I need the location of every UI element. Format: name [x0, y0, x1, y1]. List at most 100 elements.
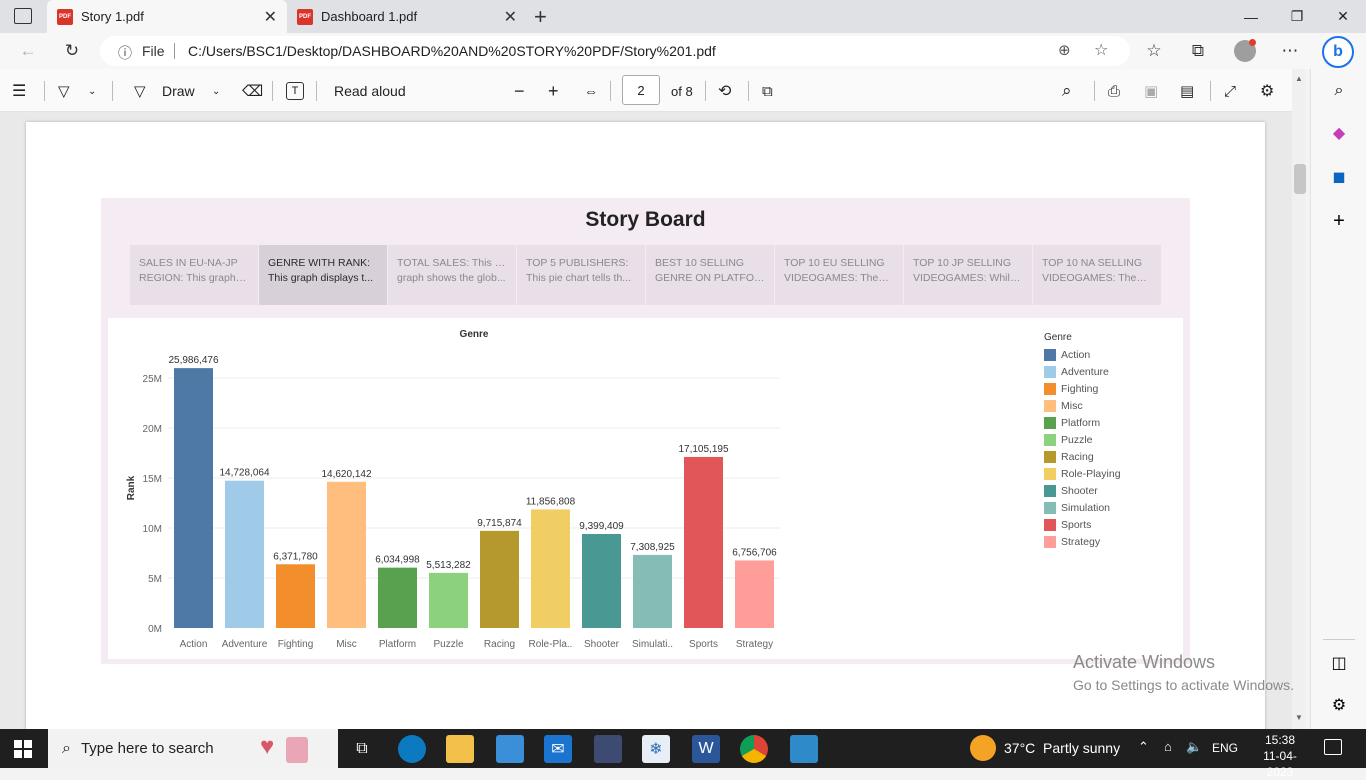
story-point-7[interactable]: TOP 10 JP SELLING VIDEOGAMES: While ... [904, 245, 1032, 305]
legend-item[interactable]: Racing [1044, 448, 1164, 465]
network-icon[interactable]: ⌂ [1164, 739, 1172, 754]
notifications-icon[interactable] [1324, 739, 1342, 755]
bar-shooter [582, 534, 621, 628]
zoom-out-icon[interactable]: − [514, 81, 525, 101]
new-tab-icon[interactable]: + [534, 4, 547, 30]
add-favorite-icon[interactable]: ☆ [1094, 40, 1108, 60]
settings-gear-icon[interactable]: ⚙ [1260, 81, 1274, 101]
tab-story-pdf[interactable]: PDF Story 1.pdf ✕ [47, 0, 287, 33]
word-icon[interactable]: W [692, 735, 720, 763]
tab-actions-icon[interactable] [14, 8, 32, 24]
edge-icon[interactable] [398, 735, 426, 763]
story-point-2[interactable]: GENRE WITH RANK: This graph displays t... [259, 245, 387, 305]
weather-icon[interactable] [970, 735, 996, 761]
scroll-down-icon[interactable]: ▼ [1295, 713, 1303, 722]
zoom-icon[interactable]: ⊕ [1058, 41, 1071, 59]
weather-text[interactable]: 37°C Partly sunny [1004, 740, 1120, 756]
settings-gear-icon[interactable]: ⚙ [1327, 693, 1351, 717]
refresh-icon[interactable]: ↻ [60, 39, 84, 63]
page-view-icon[interactable]: ⧉ [762, 81, 773, 101]
legend-item[interactable]: Adventure [1044, 363, 1164, 380]
address-bar[interactable]: ⓘ File C:/Users/BSC1/Desktop/DASHBOARD%2… [100, 36, 1130, 66]
scrollbar-thumb[interactable] [1294, 164, 1306, 194]
vertical-scrollbar[interactable]: ▲ ▼ [1292, 69, 1306, 729]
scroll-up-icon[interactable]: ▲ [1295, 74, 1303, 83]
store-icon[interactable] [496, 735, 524, 763]
legend-label: Adventure [1061, 365, 1109, 378]
favorites-icon[interactable]: ☆ [1142, 39, 1166, 63]
mail-icon[interactable]: ✉ [544, 735, 572, 763]
story-point-6[interactable]: TOP 10 EU SELLING VIDEOGAMES: These ... [775, 245, 903, 305]
outlook-icon[interactable]: ◼ [1327, 165, 1351, 189]
eraser-icon[interactable]: ⌫ [242, 81, 263, 101]
save-icon[interactable]: ▣ [1144, 81, 1158, 101]
legend-item[interactable]: Puzzle [1044, 431, 1164, 448]
text-icon[interactable]: T [286, 82, 304, 100]
legend-item[interactable]: Sports [1044, 516, 1164, 533]
bing-icon[interactable]: b [1322, 36, 1354, 68]
volume-icon[interactable]: 🔈 [1186, 739, 1202, 755]
read-aloud-button[interactable]: Read aloud [334, 81, 406, 101]
close-tab-icon[interactable]: ✕ [264, 7, 277, 27]
language-indicator[interactable]: ENG [1212, 741, 1238, 755]
story-point-8[interactable]: TOP 10 NA SELLING VIDEOGAMES: These ... [1033, 245, 1161, 305]
print-icon[interactable]: ⎙ [1108, 81, 1120, 101]
app-icon[interactable] [594, 735, 622, 763]
bar-platform [378, 567, 417, 628]
app-icon[interactable]: ❄ [642, 735, 670, 763]
highlight-icon[interactable]: ▽ [58, 81, 70, 101]
legend-swatch [1044, 518, 1056, 531]
legend-item[interactable]: Misc [1044, 397, 1164, 414]
close-window-icon[interactable]: ✕ [1320, 0, 1366, 33]
copilot-icon[interactable]: ◆ [1327, 121, 1351, 145]
minimize-icon[interactable]: — [1228, 0, 1274, 33]
draw-icon[interactable]: ▽ [134, 81, 146, 101]
save-as-icon[interactable]: ▤ [1180, 81, 1194, 101]
chevron-down-icon[interactable]: ⌄ [88, 81, 96, 101]
more-icon[interactable]: ⋯ [1278, 39, 1302, 63]
zoom-in-icon[interactable]: + [548, 81, 559, 101]
fit-page-icon[interactable]: ⇔ [584, 81, 598, 101]
draw-button[interactable]: Draw [162, 81, 195, 101]
legend-item[interactable]: Platform [1044, 414, 1164, 431]
info-icon[interactable]: ⓘ [118, 43, 132, 63]
legend-item[interactable]: Simulation [1044, 499, 1164, 516]
clock[interactable]: 15:38 11-04-2023 [1250, 732, 1310, 780]
legend-item[interactable]: Action [1044, 346, 1164, 363]
story-point-4[interactable]: TOP 5 PUBLISHERS: This pie chart tells th… [517, 245, 645, 305]
legend-item[interactable]: Shooter [1044, 482, 1164, 499]
back-icon[interactable]: ← [16, 39, 40, 63]
tray-chevron-up-icon[interactable]: ⌃ [1138, 739, 1149, 755]
taskbar-search[interactable]: ⌕ Type here to search ♥ [48, 729, 338, 768]
story-point-1[interactable]: SALES IN EU-NA-JP REGION: This graph c... [130, 245, 258, 305]
page-number-input[interactable]: 2 [622, 75, 660, 105]
chrome-icon[interactable] [740, 735, 768, 763]
collections-icon[interactable]: ⧉ [1186, 39, 1210, 63]
legend-item[interactable]: Strategy [1044, 533, 1164, 550]
legend-label: Fighting [1061, 382, 1099, 395]
legend-swatch [1044, 535, 1056, 548]
restore-icon[interactable]: ❐ [1274, 0, 1320, 33]
search-icon[interactable]: ⌕ [1327, 79, 1351, 103]
story-board: Story Board SALES IN EU-NA-JP REGION: Thi… [101, 198, 1190, 664]
search-icon[interactable]: ⌕ [1062, 81, 1072, 101]
story-point-line: This graph displays t... [268, 272, 374, 284]
task-view-icon[interactable]: ⧉ [348, 735, 376, 763]
chevron-down-icon[interactable]: ⌄ [212, 81, 220, 101]
close-tab-icon[interactable]: ✕ [504, 7, 517, 27]
photos-icon[interactable] [790, 735, 818, 763]
legend-item[interactable]: Fighting [1044, 380, 1164, 397]
legend-item[interactable]: Role-Playing [1044, 465, 1164, 482]
url-text[interactable]: C:/Users/BSC1/Desktop/DASHBOARD%20AND%20… [188, 43, 716, 59]
tab-dashboard-pdf[interactable]: PDF Dashboard 1.pdf ✕ [287, 0, 527, 33]
windows-start-icon[interactable] [14, 740, 32, 758]
contents-icon[interactable]: ☰ [12, 81, 26, 101]
chart-title: Genre [460, 329, 489, 340]
file-explorer-icon[interactable] [446, 735, 474, 763]
fullscreen-icon[interactable]: ⤢ [1224, 81, 1236, 101]
story-point-5[interactable]: BEST 10 SELLING GENRE ON PLATFOR... [646, 245, 774, 305]
story-point-3[interactable]: TOTAL SALES: This Line graph shows the gl… [388, 245, 516, 305]
sidebar-toggle-icon[interactable]: ◫ [1327, 651, 1351, 675]
add-icon[interactable]: + [1327, 209, 1351, 233]
rotate-icon[interactable]: ⟲ [718, 81, 731, 101]
